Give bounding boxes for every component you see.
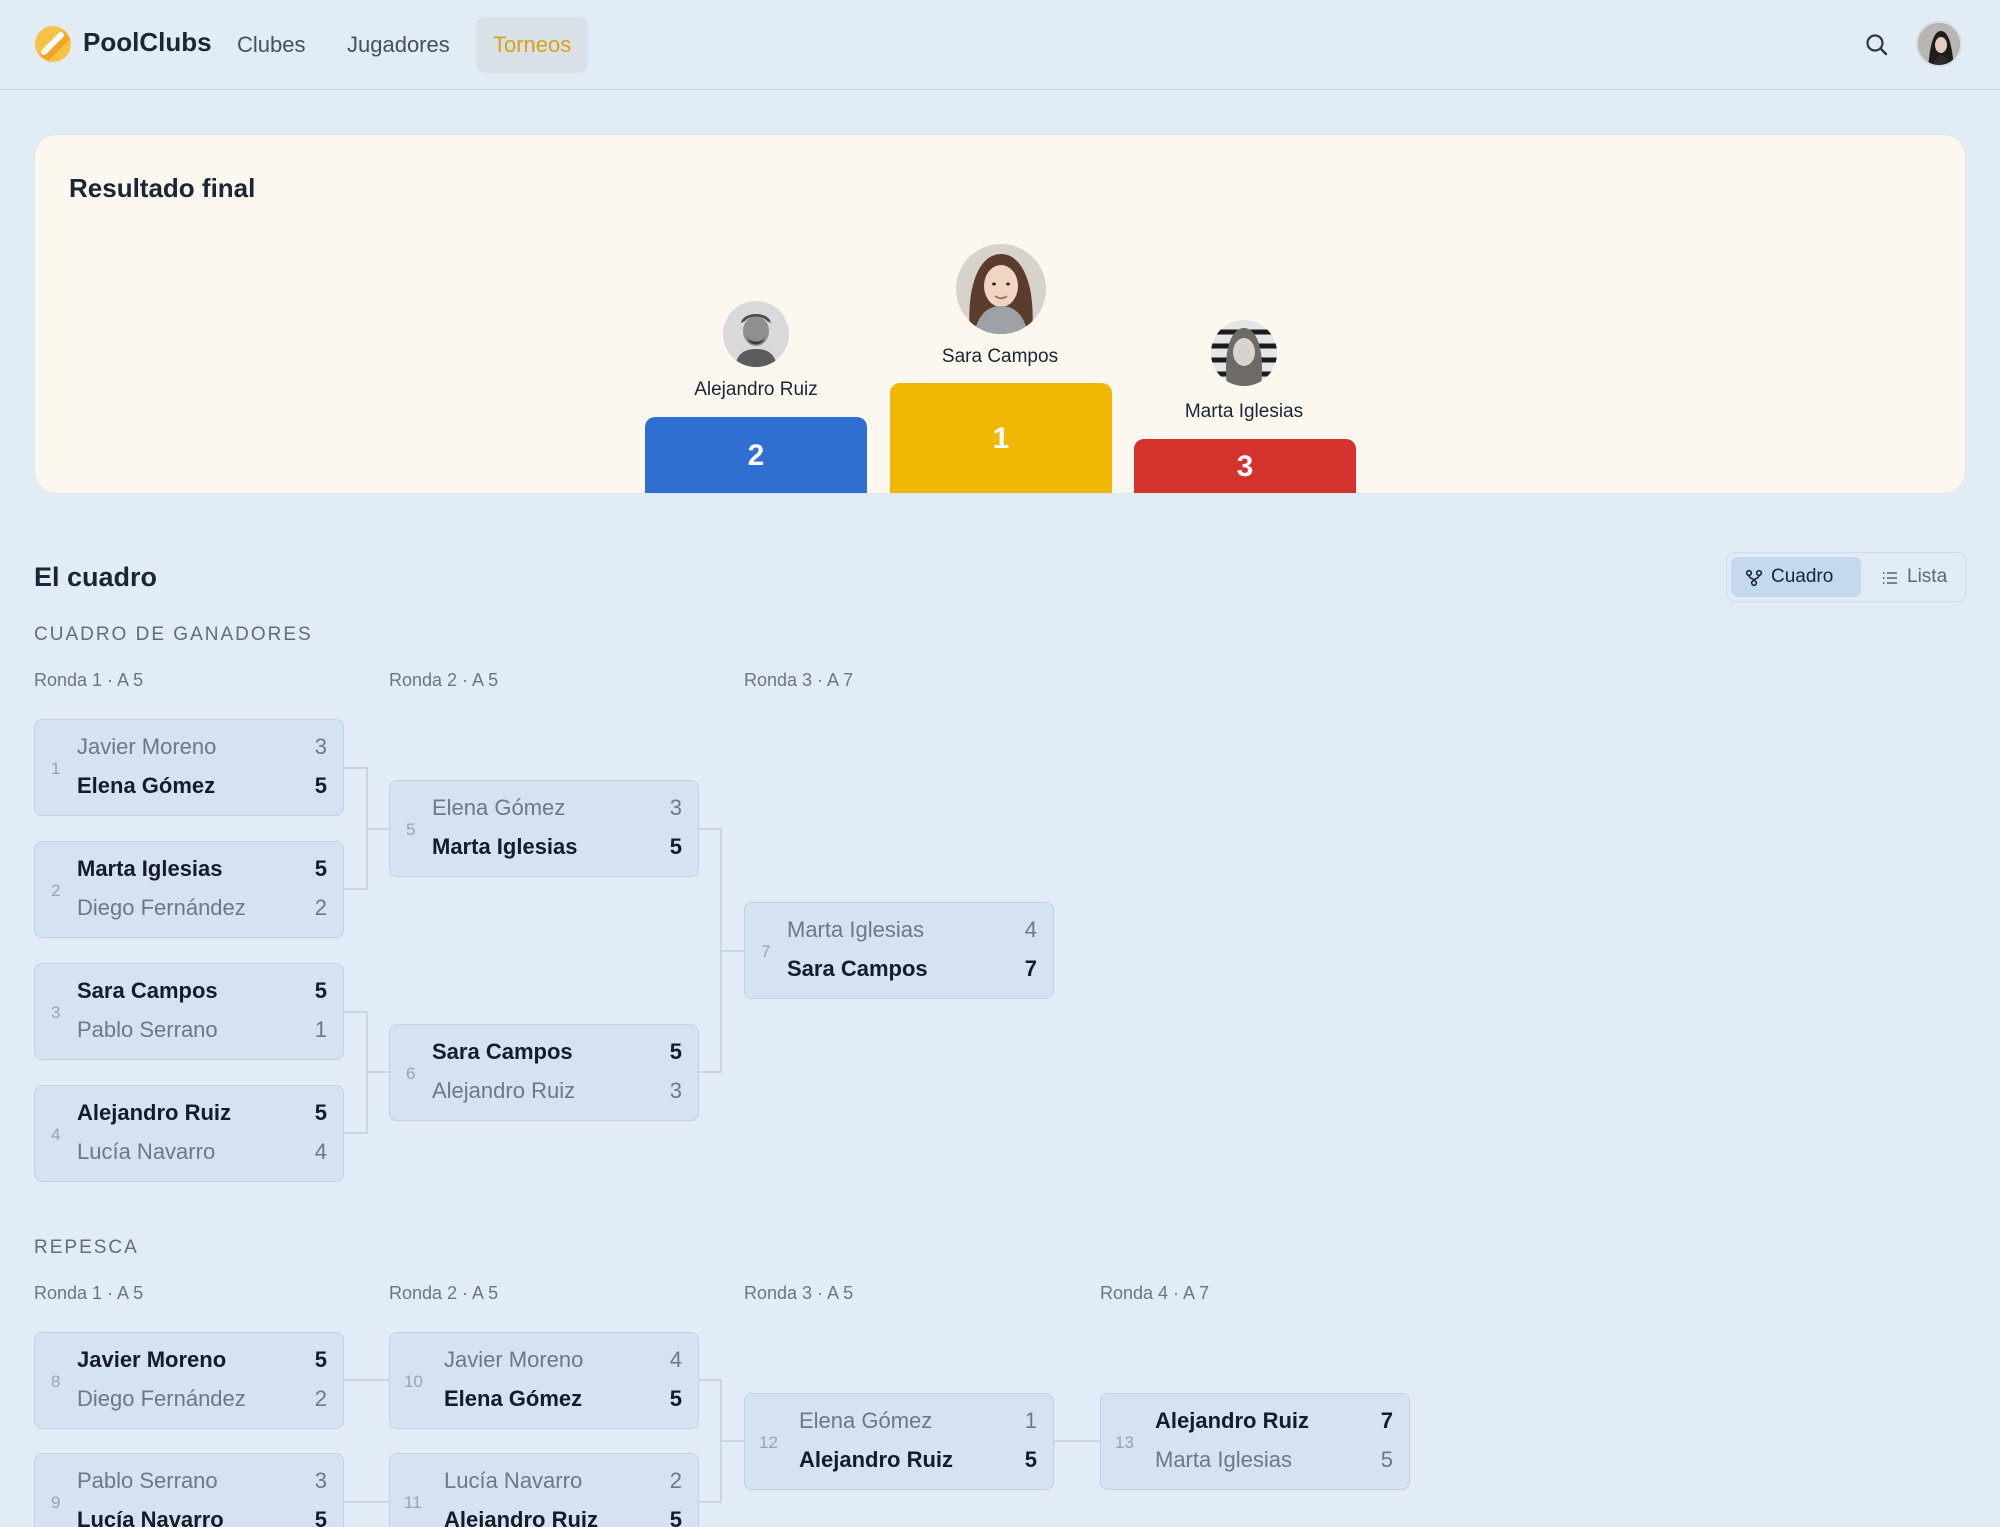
match-number: 4 <box>51 1125 61 1144</box>
player-2-name[interactable]: Sara Campos <box>787 956 928 982</box>
player-2-score: 5 <box>669 834 682 859</box>
player-2-score: 7 <box>1024 956 1037 981</box>
player-1-score: 4 <box>1024 917 1037 942</box>
player-1-name[interactable]: Alejandro Ruiz <box>1155 1408 1309 1434</box>
match-number: 12 <box>759 1433 778 1452</box>
player-1-score: 5 <box>314 1347 327 1372</box>
player-2-score: 4 <box>314 1139 327 1164</box>
player-2-score: 2 <box>314 895 327 920</box>
player-2-score: 2 <box>314 1386 327 1411</box>
winners-match-3[interactable]: 3 Sara Campos 5 Pablo Serrano 1 <box>34 963 344 1060</box>
match-number: 11 <box>404 1493 422 1512</box>
player-1-name[interactable]: Lucía Navarro <box>444 1468 582 1494</box>
winners-match-7[interactable]: 7 Marta Iglesias 4 Sara Campos 7 <box>744 902 1054 999</box>
player-1-score: 2 <box>669 1468 682 1493</box>
losers-match-11[interactable]: 11 Lucía Navarro 2 Alejandro Ruiz 5 <box>389 1453 699 1527</box>
player-1-score: 3 <box>669 795 682 820</box>
match-number: 8 <box>51 1372 61 1391</box>
losers-match-12[interactable]: 12 Elena Gómez 1 Alejandro Ruiz 5 <box>744 1393 1054 1490</box>
player-2-name[interactable]: Marta Iglesias <box>1155 1447 1292 1473</box>
player-2-name[interactable]: Alejandro Ruiz <box>799 1447 953 1473</box>
player-2-score: 3 <box>669 1078 682 1103</box>
player-2-score: 5 <box>314 1507 327 1527</box>
losers-match-10[interactable]: 10 Javier Moreno 4 Elena Gómez 5 <box>389 1332 699 1429</box>
player-2-name[interactable]: Pablo Serrano <box>77 1017 218 1043</box>
player-2-score: 5 <box>314 773 327 798</box>
player-2-name[interactable]: Elena Gómez <box>77 773 215 799</box>
match-number: 1 <box>51 759 61 778</box>
player-2-name[interactable]: Marta Iglesias <box>432 834 578 860</box>
player-2-score: 5 <box>1024 1447 1037 1472</box>
match-number: 3 <box>51 1003 61 1022</box>
player-2-name[interactable]: Alejandro Ruiz <box>444 1507 598 1527</box>
player-1-name[interactable]: Marta Iglesias <box>77 856 223 882</box>
player-2-score: 5 <box>669 1386 682 1411</box>
player-1-score: 4 <box>669 1347 682 1372</box>
player-1-name[interactable]: Sara Campos <box>432 1039 573 1065</box>
match-number: 6 <box>406 1064 416 1083</box>
winners-match-5[interactable]: 5 Elena Gómez 3 Marta Iglesias 5 <box>389 780 699 877</box>
player-1-score: 5 <box>314 978 327 1003</box>
player-1-score: 5 <box>314 856 327 881</box>
player-1-score: 3 <box>314 734 327 759</box>
match-number: 10 <box>404 1372 423 1391</box>
player-2-score: 5 <box>1380 1447 1393 1472</box>
match-number: 7 <box>761 942 771 961</box>
player-1-score: 7 <box>1380 1408 1393 1433</box>
player-2-name[interactable]: Lucía Navarro <box>77 1507 224 1527</box>
match-number: 13 <box>1115 1433 1134 1452</box>
losers-match-8[interactable]: 8 Javier Moreno 5 Diego Fernández 2 <box>34 1332 344 1429</box>
player-2-score: 1 <box>314 1017 327 1042</box>
player-2-name[interactable]: Diego Fernández <box>77 895 246 921</box>
player-1-name[interactable]: Alejandro Ruiz <box>77 1100 231 1126</box>
player-1-name[interactable]: Sara Campos <box>77 978 218 1004</box>
player-2-score: 5 <box>669 1507 682 1527</box>
player-1-name[interactable]: Marta Iglesias <box>787 917 924 943</box>
player-1-name[interactable]: Pablo Serrano <box>77 1468 218 1494</box>
player-1-name[interactable]: Javier Moreno <box>77 1347 226 1373</box>
player-1-score: 5 <box>314 1100 327 1125</box>
losers-match-9[interactable]: 9 Pablo Serrano 3 Lucía Navarro 5 <box>34 1453 344 1527</box>
player-1-score: 5 <box>669 1039 682 1064</box>
match-number: 9 <box>51 1493 61 1512</box>
player-1-name[interactable]: Elena Gómez <box>432 795 565 821</box>
player-1-name[interactable]: Elena Gómez <box>799 1408 932 1434</box>
match-number: 5 <box>406 820 416 839</box>
player-2-name[interactable]: Elena Gómez <box>444 1386 582 1412</box>
winners-match-6[interactable]: 6 Sara Campos 5 Alejandro Ruiz 3 <box>389 1024 699 1121</box>
player-2-name[interactable]: Diego Fernández <box>77 1386 246 1412</box>
losers-match-13[interactable]: 13 Alejandro Ruiz 7 Marta Iglesias 5 <box>1100 1393 1410 1490</box>
winners-match-1[interactable]: 1 Javier Moreno 3 Elena Gómez 5 <box>34 719 344 816</box>
winners-match-2[interactable]: 2 Marta Iglesias 5 Diego Fernández 2 <box>34 841 344 938</box>
player-2-name[interactable]: Lucía Navarro <box>77 1139 215 1165</box>
player-2-name[interactable]: Alejandro Ruiz <box>432 1078 575 1104</box>
player-1-name[interactable]: Javier Moreno <box>444 1347 583 1373</box>
player-1-name[interactable]: Javier Moreno <box>77 734 216 760</box>
match-number: 2 <box>51 881 61 900</box>
player-1-score: 1 <box>1024 1408 1037 1433</box>
player-1-score: 3 <box>314 1468 327 1493</box>
winners-match-4[interactable]: 4 Alejandro Ruiz 5 Lucía Navarro 4 <box>34 1085 344 1182</box>
